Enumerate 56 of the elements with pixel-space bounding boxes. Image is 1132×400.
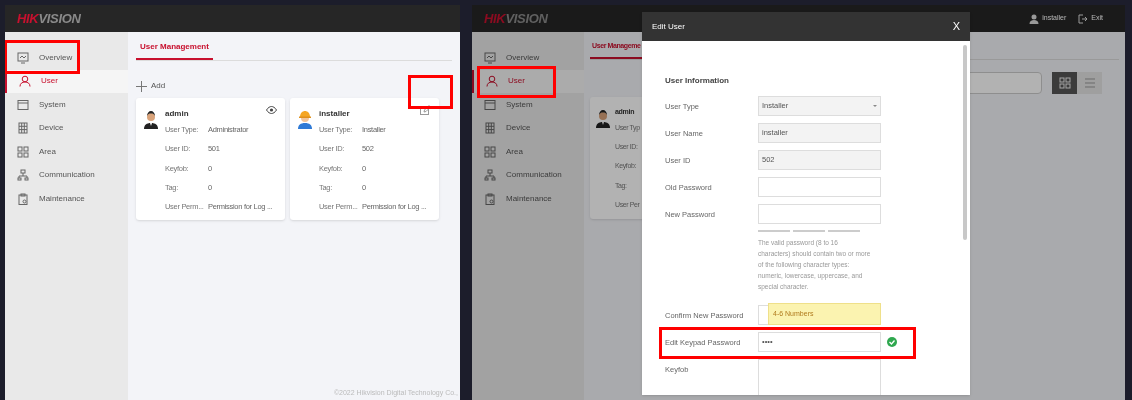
person-avatar-icon (595, 107, 611, 128)
eye-icon (266, 106, 277, 114)
annotation-frame (408, 75, 453, 109)
brand-logo: HIKVISION (484, 9, 548, 28)
edit-icon (420, 105, 431, 115)
user-name: installer (319, 108, 350, 120)
caret-icon (873, 105, 877, 107)
sidebar-item[interactable]: Communication (5, 163, 128, 187)
view-toggle-button[interactable] (1052, 71, 1077, 94)
clipboard-icon (484, 192, 496, 205)
person-icon (19, 75, 31, 88)
sidebar-item[interactable]: System (472, 93, 584, 117)
section-title: User Information (665, 75, 730, 87)
monitor-icon (17, 51, 29, 64)
network-icon (484, 169, 496, 182)
input-field[interactable] (758, 359, 881, 395)
input-field[interactable] (758, 177, 881, 197)
clipboard-icon (17, 192, 29, 205)
plus-icon (136, 80, 147, 92)
sidebar-item[interactable]: Area (472, 140, 584, 164)
list-view-icon (1083, 76, 1096, 89)
sidebar-item[interactable]: Area (5, 140, 128, 164)
view-toggle-button[interactable] (1077, 71, 1102, 94)
window-icon (17, 98, 29, 111)
close-button[interactable]: X (952, 18, 960, 35)
grid-icon (484, 122, 496, 135)
person-avatar-icon (143, 109, 159, 129)
tab[interactable]: User Management (136, 41, 213, 60)
sidebar-item[interactable]: Device (5, 116, 128, 140)
worker-avatar-icon (297, 109, 313, 129)
sidebar-item[interactable]: Maintenance (472, 187, 584, 211)
exit-icon (1078, 13, 1089, 24)
person-icon (486, 75, 498, 88)
squares-icon (484, 145, 496, 158)
add-button[interactable]: Add (136, 78, 166, 94)
squares-icon (17, 145, 29, 158)
network-icon (17, 169, 29, 182)
sidebar-item[interactable]: User (472, 69, 584, 93)
dialog-title: Edit User (652, 20, 685, 33)
view-button[interactable] (266, 106, 277, 114)
sidebar-item[interactable]: Maintenance (5, 187, 128, 211)
user-name: admin (165, 108, 189, 120)
sidebar-item[interactable]: Device (472, 116, 584, 140)
grid-icon (17, 122, 29, 135)
sidebar-item[interactable]: Communication (472, 163, 584, 187)
window-icon (484, 98, 496, 111)
sidebar-item[interactable]: Overview (5, 46, 128, 70)
scrollbar-thumb[interactable] (963, 45, 967, 240)
grid-view-icon (1058, 76, 1071, 89)
edit-button[interactable] (420, 105, 431, 115)
monitor-icon (484, 51, 496, 64)
sidebar-item[interactable]: System (5, 93, 128, 117)
input-field[interactable] (758, 204, 881, 224)
user-icon (1029, 13, 1040, 24)
brand-logo: HIKVISION (17, 9, 81, 28)
sidebar-item[interactable]: Overview (472, 46, 584, 70)
